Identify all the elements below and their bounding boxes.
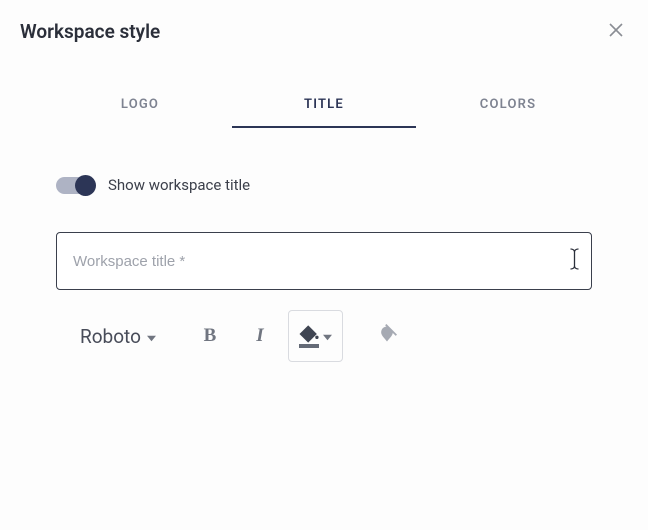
bold-icon: B (204, 325, 217, 347)
bold-button[interactable]: B (188, 314, 232, 358)
format-clear-icon (377, 324, 397, 348)
workspace-style-dialog: Workspace style LOGO TITLE COLORS Show w… (0, 0, 648, 530)
chevron-down-icon (147, 325, 156, 348)
italic-button[interactable]: I (238, 314, 282, 358)
font-picker[interactable]: Roboto (70, 319, 166, 354)
show-title-label: Show workspace title (108, 176, 250, 194)
italic-icon: I (256, 325, 263, 347)
close-button[interactable] (606, 22, 626, 42)
show-title-toggle[interactable] (56, 177, 94, 194)
tab-colors[interactable]: COLORS (416, 87, 600, 128)
format-toolbar: Roboto B I (56, 310, 592, 362)
font-name: Roboto (80, 325, 141, 348)
fill-color-button[interactable] (288, 310, 343, 362)
workspace-title-input[interactable] (56, 232, 592, 290)
dialog-header: Workspace style (0, 0, 648, 51)
paint-bucket-icon (299, 325, 319, 348)
dialog-title: Workspace style (20, 20, 160, 43)
clear-format-button[interactable] (365, 314, 409, 358)
tabs: LOGO TITLE COLORS (0, 87, 648, 128)
close-icon (608, 22, 624, 42)
toggle-knob (75, 175, 96, 196)
tab-title[interactable]: TITLE (232, 87, 416, 128)
fill-color-swatch (299, 344, 319, 348)
chevron-down-icon (323, 327, 332, 346)
title-input-wrap (56, 232, 592, 290)
title-panel: Show workspace title Roboto B (0, 128, 648, 362)
show-title-row: Show workspace title (56, 176, 592, 194)
tab-logo[interactable]: LOGO (48, 87, 232, 128)
